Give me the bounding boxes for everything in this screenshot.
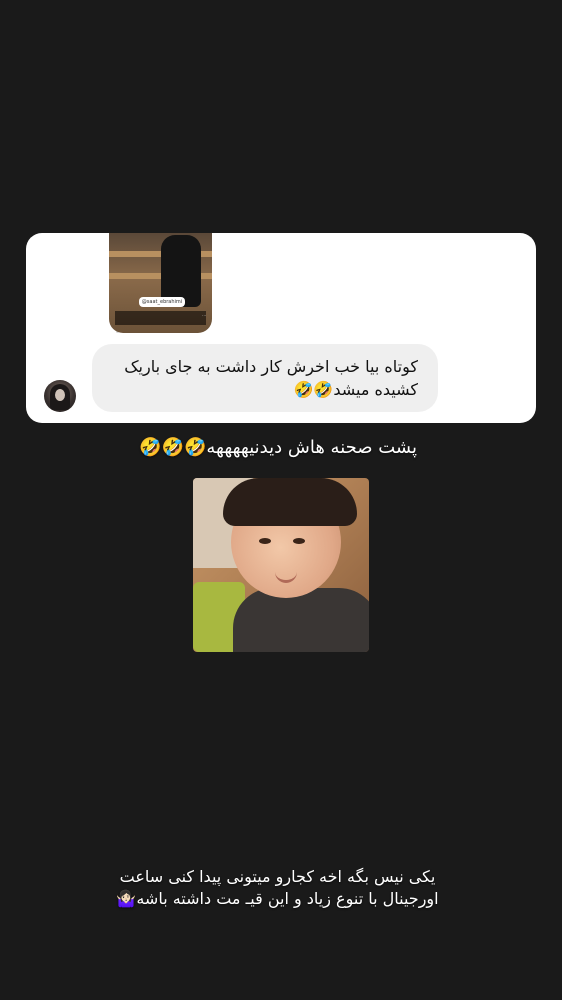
photo-hair	[223, 478, 357, 526]
message-bubble: کوتاه بیا خب اخرش کار داشت به جای باریک …	[92, 344, 438, 412]
username-tag: @saat_ebrahimi	[139, 297, 185, 307]
footer-line-1: یکی نیس بگه اخه کجارو میتونی پیدا کنی سا…	[119, 867, 436, 886]
avatar-face	[55, 389, 65, 401]
photo-shirt	[233, 588, 369, 652]
message-text: کوتاه بیا خب اخرش کار داشت به جای باریک …	[98, 355, 418, 401]
replied-story-thumbnail[interactable]: @saat_ebrahimi ...	[109, 233, 212, 333]
avatar[interactable]	[44, 380, 76, 412]
message-line-1: کوتاه بیا خب اخرش کار داشت به جای باریک	[124, 357, 418, 376]
story-footer-caption: یکی نیس بگه اخه کجارو میتونی پیدا کنی سا…	[90, 866, 465, 910]
thumbnail-caption: ...	[115, 311, 206, 325]
footer-line-2: اورجینال با تنوع زیاد و این قیـ مت داشته…	[116, 889, 439, 908]
photo-eye-left	[259, 538, 271, 544]
reply-card: @saat_ebrahimi ... کوتاه بیا خب اخرش کار…	[26, 233, 536, 423]
photo-eye-right	[293, 538, 305, 544]
message-line-2: کشیده میشد🤣🤣	[293, 380, 419, 399]
child-photo	[193, 478, 369, 652]
story-headline: پشت صحنه هاش دیدنیههههه🤣🤣🤣	[139, 437, 417, 458]
